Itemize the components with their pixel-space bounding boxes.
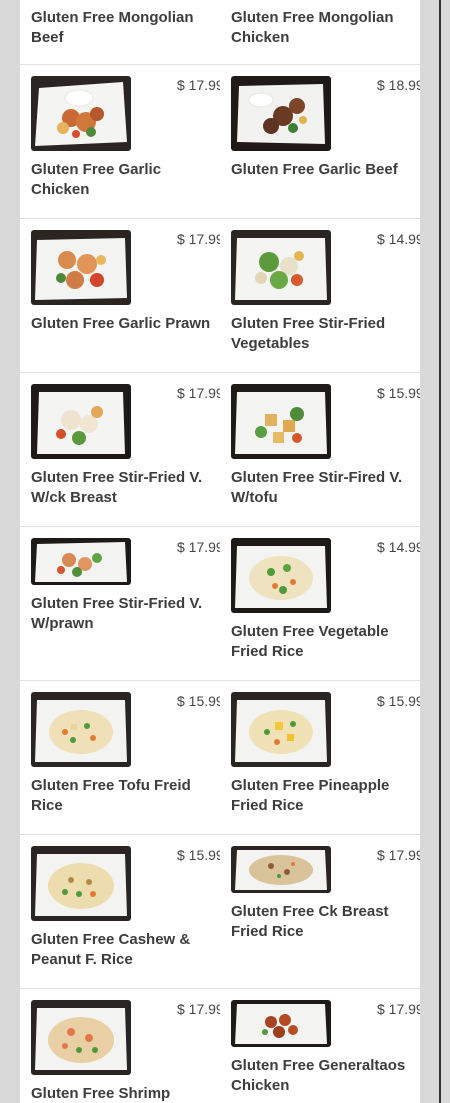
food-image[interactable]: [31, 538, 131, 585]
item-name: Gluten Free Mongolian Chicken: [231, 9, 394, 46]
food-image[interactable]: [31, 76, 131, 151]
menu-item[interactable]: $ 15.99 Gluten Free Pineapple Fried Rice: [220, 681, 420, 834]
food-image[interactable]: [231, 384, 331, 459]
menu-row: $ 17.99 Gluten Free Garlic Chicken $ 18.…: [20, 65, 420, 219]
menu-row: $ 17.99 Gluten Free Garlic Prawn $ 14.99…: [20, 219, 420, 373]
menu-row: $ 17.99 Gluten Free Stir-Fried V. W/praw…: [20, 527, 420, 681]
food-image[interactable]: [31, 692, 131, 767]
item-name: Gluten Free Garlic Beef: [231, 161, 398, 178]
item-price: $ 17.99: [377, 1001, 420, 1017]
item-name: Gluten Free Stir-Fired V. W/tofu: [231, 469, 403, 506]
menu-item[interactable]: $ 14.99 Gluten Free Stir-Fried Vegetable…: [220, 219, 420, 372]
item-price: $ 14.99: [377, 231, 420, 247]
item-name: Gluten Free Stir-Fried V. W/prawn: [31, 595, 203, 632]
item-price: $ 14.99: [377, 539, 420, 555]
food-image[interactable]: [231, 692, 331, 767]
item-name: Gluten Free Mongolian Beef: [31, 9, 194, 46]
item-price: $ 15.99: [177, 847, 220, 863]
menu-row: $ 17.99 Gluten Free Shrimp Fried Rice $ …: [20, 989, 420, 1103]
menu-item[interactable]: $ 17.99 Gluten Free Generaltaos Chicken: [220, 989, 420, 1103]
item-price: $ 17.99: [377, 847, 420, 863]
menu-row: Gluten Free Mongolian Beef Gluten Free M…: [20, 0, 420, 65]
item-name: Gluten Free Cashew & Peanut F. Rice: [31, 931, 191, 968]
menu-item[interactable]: $ 14.99 Gluten Free Vegetable Fried Rice: [220, 527, 420, 680]
menu-item[interactable]: $ 15.99 Gluten Free Stir-Fired V. W/tofu: [220, 373, 420, 526]
item-name: Gluten Free Garlic Prawn: [31, 315, 211, 332]
item-price: $ 17.99: [177, 385, 220, 401]
item-price: $ 18.99: [377, 77, 420, 93]
item-name: Gluten Free Vegetable Fried Rice: [231, 623, 389, 660]
item-name: Gluten Free Stir-Fried Vegetables: [231, 315, 386, 352]
food-image[interactable]: [31, 846, 131, 921]
food-image[interactable]: [231, 846, 331, 893]
item-price: $ 17.99: [177, 539, 220, 555]
item-price: $ 15.99: [377, 693, 420, 709]
item-price: $ 17.99: [177, 231, 220, 247]
food-image[interactable]: [231, 230, 331, 305]
item-name: Gluten Free Generaltaos Chicken: [231, 1057, 406, 1094]
item-name: Gluten Free Pineapple Fried Rice: [231, 777, 390, 814]
menu-item[interactable]: $ 17.99 Gluten Free Garlic Prawn: [20, 219, 220, 372]
menu-item[interactable]: $ 18.99 Gluten Free Garlic Beef: [220, 65, 420, 218]
item-price: $ 15.99: [177, 693, 220, 709]
item-price: $ 17.99: [177, 77, 220, 93]
food-image[interactable]: [231, 1000, 331, 1047]
food-image[interactable]: [31, 230, 131, 305]
food-image[interactable]: [31, 384, 131, 459]
menu-row: $ 15.99 Gluten Free Cashew & Peanut F. R…: [20, 835, 420, 989]
menu-item[interactable]: $ 17.99 Gluten Free Ck Breast Fried Rice: [220, 835, 420, 988]
food-image[interactable]: [231, 76, 331, 151]
menu-item[interactable]: Gluten Free Mongolian Chicken: [220, 0, 420, 64]
menu-item[interactable]: $ 15.99 Gluten Free Tofu Freid Rice: [20, 681, 220, 834]
food-image[interactable]: [31, 1000, 131, 1075]
menu-item[interactable]: $ 15.99 Gluten Free Cashew & Peanut F. R…: [20, 835, 220, 988]
menu-row: $ 15.99 Gluten Free Tofu Freid Rice $ 15…: [20, 681, 420, 835]
menu-item[interactable]: $ 17.99 Gluten Free Garlic Chicken: [20, 65, 220, 218]
item-name: Gluten Free Garlic Chicken: [31, 161, 162, 198]
menu-item[interactable]: $ 17.99 Gluten Free Shrimp Fried Rice: [20, 989, 220, 1103]
item-name: Gluten Free Shrimp Fried Rice: [31, 1085, 171, 1102]
item-name: Gluten Free Tofu Freid Rice: [31, 777, 191, 814]
item-price: $ 15.99: [377, 385, 420, 401]
menu-item[interactable]: $ 17.99 Gluten Free Stir-Fried V. W/praw…: [20, 527, 220, 680]
item-price: $ 17.99: [177, 1001, 220, 1017]
menu-item[interactable]: Gluten Free Mongolian Beef: [20, 0, 220, 64]
item-name: Gluten Free Stir-Fried V. W/ck Breast: [31, 469, 203, 506]
menu-panel: Gluten Free Mongolian Beef Gluten Free M…: [20, 0, 420, 1103]
item-name: Gluten Free Ck Breast Fried Rice: [231, 903, 389, 940]
menu-item[interactable]: $ 17.99 Gluten Free Stir-Fried V. W/ck B…: [20, 373, 220, 526]
menu-row: $ 17.99 Gluten Free Stir-Fried V. W/ck B…: [20, 373, 420, 527]
food-image[interactable]: [231, 538, 331, 613]
window-edge: [439, 0, 441, 1103]
